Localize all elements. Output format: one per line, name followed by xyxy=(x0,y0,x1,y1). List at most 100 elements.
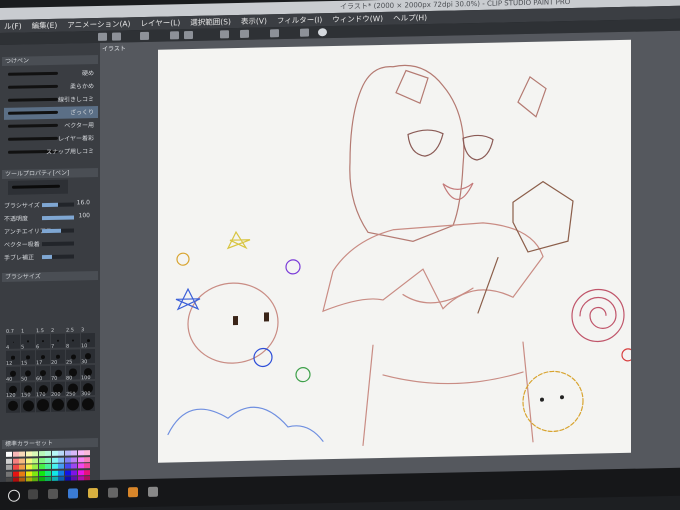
snap-icon[interactable] xyxy=(300,28,309,37)
color-swatch[interactable] xyxy=(19,470,25,477)
color-swatch[interactable] xyxy=(32,464,38,470)
tool-property-row[interactable]: 不透明度 100 xyxy=(4,212,96,224)
deselect-icon[interactable] xyxy=(270,29,279,38)
brush-size-cell[interactable]: 170 xyxy=(36,392,50,413)
menu-item[interactable]: レイヤー(L) xyxy=(140,16,180,30)
tool-property-slider[interactable] xyxy=(42,241,74,247)
color-swatch[interactable] xyxy=(12,451,19,457)
color-swatch[interactable] xyxy=(12,458,19,464)
brush-size-cell[interactable]: 250 xyxy=(66,391,80,412)
brush-item[interactable]: スナップ用しコミ xyxy=(4,145,98,159)
color-swatch[interactable] xyxy=(58,463,64,469)
color-swatch[interactable] xyxy=(71,456,77,463)
redo-icon[interactable] xyxy=(184,30,193,40)
color-swatch[interactable] xyxy=(32,451,38,457)
color-swatch[interactable] xyxy=(71,463,77,469)
cortana-icon[interactable] xyxy=(28,489,38,500)
menu-item[interactable]: ル(F) xyxy=(4,20,22,33)
task-view-icon[interactable] xyxy=(48,488,58,499)
color-swatch[interactable] xyxy=(6,464,12,470)
new-file-icon[interactable] xyxy=(98,32,107,41)
color-swatch[interactable] xyxy=(25,470,32,476)
color-swatch[interactable] xyxy=(84,456,90,462)
color-swatch[interactable] xyxy=(51,463,58,469)
color-swatch[interactable] xyxy=(58,470,64,476)
brush-item[interactable]: ベクター用 xyxy=(4,119,98,133)
color-swatch[interactable] xyxy=(58,450,64,456)
tool-property-row[interactable]: アンチエイリアス xyxy=(4,225,96,237)
color-swatch[interactable] xyxy=(38,470,45,476)
color-swatch[interactable] xyxy=(45,450,51,457)
tool-property-slider[interactable] xyxy=(42,215,74,221)
color-swatch[interactable] xyxy=(45,470,51,476)
color-swatch[interactable] xyxy=(51,470,58,476)
brush-item[interactable]: 柔らかめ xyxy=(4,80,98,94)
color-swatch[interactable] xyxy=(6,451,12,457)
color-swatch[interactable] xyxy=(12,464,19,470)
color-swatch[interactable] xyxy=(51,450,58,456)
color-swatch[interactable] xyxy=(25,464,32,470)
menu-item[interactable]: 表示(V) xyxy=(241,14,267,28)
color-swatch[interactable] xyxy=(19,457,25,464)
brush-item[interactable]: 線引きしコミ xyxy=(4,93,98,107)
brush-size-cell[interactable]: 150 xyxy=(21,392,35,413)
brush-item[interactable]: 硬め xyxy=(4,67,98,81)
color-swatch[interactable] xyxy=(45,463,51,470)
color-swatch[interactable] xyxy=(32,470,38,476)
color-swatch[interactable] xyxy=(45,457,51,463)
menu-item[interactable]: 選択範囲(S) xyxy=(190,15,231,29)
color-swatch[interactable] xyxy=(84,463,90,469)
color-swatch[interactable] xyxy=(71,469,77,476)
color-swatch[interactable] xyxy=(6,458,12,464)
help-icon[interactable] xyxy=(318,28,327,37)
color-swatch[interactable] xyxy=(32,457,38,463)
color-swatch[interactable] xyxy=(25,457,32,463)
tool-property-row[interactable]: ベクター吸着 xyxy=(4,238,96,250)
tool-property-slider[interactable] xyxy=(42,254,74,260)
menu-item[interactable]: ヘルプ(H) xyxy=(393,11,427,25)
tool-property-row[interactable]: ブラシサイズ 16.0 xyxy=(4,199,96,211)
transform-icon[interactable] xyxy=(240,29,249,38)
color-swatch[interactable] xyxy=(38,451,45,457)
color-swatch[interactable] xyxy=(58,457,64,463)
color-swatch[interactable] xyxy=(64,463,71,469)
color-swatch[interactable] xyxy=(77,450,84,456)
tool-property-row[interactable]: 手ブレ補正 xyxy=(4,251,96,263)
color-swatch[interactable] xyxy=(64,470,71,476)
drawing-canvas[interactable] xyxy=(158,39,635,463)
brush-size-cell[interactable]: 120 xyxy=(6,393,20,413)
clear-icon[interactable] xyxy=(220,30,229,39)
color-swatch[interactable] xyxy=(38,464,45,470)
menu-item[interactable]: フィルター(I) xyxy=(277,13,322,27)
save-icon[interactable] xyxy=(140,31,149,41)
color-swatch[interactable] xyxy=(19,464,25,470)
tool-property-slider[interactable] xyxy=(42,228,74,234)
open-icon[interactable] xyxy=(112,32,121,41)
brush-size-cell[interactable]: 200 xyxy=(51,392,65,412)
app-icon[interactable] xyxy=(148,486,158,497)
color-swatch[interactable] xyxy=(64,457,71,463)
explorer-icon[interactable] xyxy=(88,487,98,499)
undo-icon[interactable] xyxy=(170,31,179,40)
color-swatch[interactable] xyxy=(51,457,58,463)
brush-item[interactable]: レイヤー着彩 xyxy=(4,132,98,146)
color-swatch[interactable] xyxy=(77,469,84,475)
edge-icon[interactable] xyxy=(68,488,78,499)
menu-item[interactable]: ウィンドウ(W) xyxy=(332,12,383,26)
menu-item[interactable]: 編集(E) xyxy=(32,19,58,33)
color-swatch[interactable] xyxy=(64,450,71,456)
menu-item[interactable]: アニメーション(A) xyxy=(67,17,130,31)
search-icon[interactable] xyxy=(8,489,20,502)
brush-size-cell[interactable]: 300 xyxy=(81,391,95,412)
clip-studio-icon[interactable] xyxy=(128,487,138,498)
tool-property-slider[interactable] xyxy=(42,202,74,208)
brush-item[interactable]: ざっくり xyxy=(4,105,98,120)
color-swatch[interactable] xyxy=(71,450,77,456)
canvas-tab[interactable]: イラスト xyxy=(102,43,126,53)
color-swatch[interactable] xyxy=(77,463,84,469)
color-swatch[interactable] xyxy=(6,471,12,477)
color-swatch[interactable] xyxy=(19,451,25,457)
color-swatch[interactable] xyxy=(12,471,19,477)
color-swatch[interactable] xyxy=(84,469,90,475)
color-swatch[interactable] xyxy=(84,450,90,456)
